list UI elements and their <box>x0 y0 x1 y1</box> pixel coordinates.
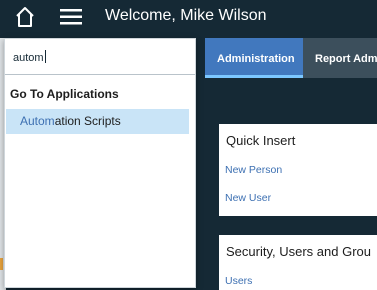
quick-insert-card: Quick Insert New Person New User <box>219 124 377 216</box>
security-users-groups-card: Security, Users and Grou Users <box>219 235 377 290</box>
welcome-message: Welcome, Mike Wilson <box>105 7 267 24</box>
result-automation-scripts[interactable]: Automation Scripts <box>6 109 189 134</box>
result-match-text: Autom <box>20 114 55 128</box>
tab-administration[interactable]: Administration <box>205 38 303 78</box>
home-icon <box>16 7 34 27</box>
search-dropdown: autom Go To Applications Automation Scri… <box>4 38 196 288</box>
search-input-value: autom <box>13 50 46 64</box>
hamburger-menu-icon <box>60 9 82 25</box>
left-accent-mark <box>0 258 3 270</box>
go-to-applications-heading: Go To Applications <box>10 87 119 101</box>
tab-report-administration[interactable]: Report Adm <box>303 38 377 78</box>
hamburger-menu-button[interactable] <box>56 4 86 30</box>
search-input[interactable]: autom <box>5 39 195 75</box>
text-cursor <box>44 50 46 63</box>
new-person-link[interactable]: New Person <box>225 164 282 176</box>
new-user-link[interactable]: New User <box>225 192 271 204</box>
home-button[interactable] <box>8 3 42 31</box>
security-card-title: Security, Users and Grou <box>226 244 371 259</box>
top-bar: Welcome, Mike Wilson <box>0 0 377 34</box>
main-content: Administration Report Adm Quick Insert N… <box>198 38 377 290</box>
users-link[interactable]: Users <box>225 275 252 287</box>
quick-insert-title: Quick Insert <box>226 133 296 148</box>
result-rest-text: ation Scripts <box>54 114 121 128</box>
